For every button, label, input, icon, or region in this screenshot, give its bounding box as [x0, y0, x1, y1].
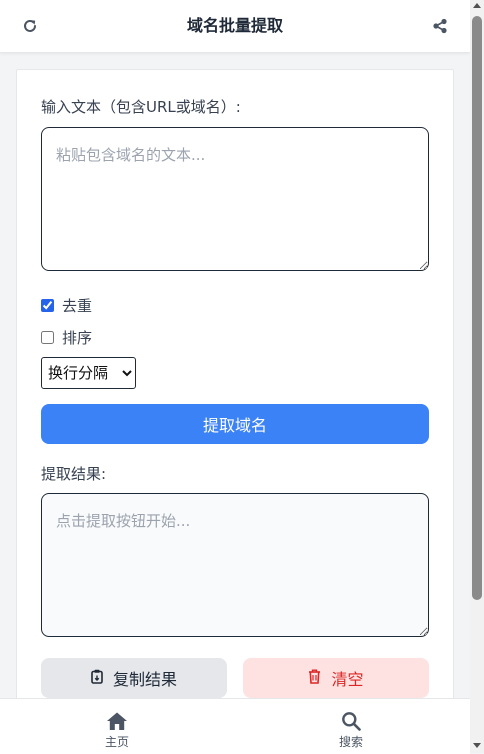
- dedupe-label: 去重: [62, 297, 93, 315]
- trash-icon: [308, 669, 321, 688]
- extract-button[interactable]: 提取域名: [41, 404, 429, 444]
- bottom-nav: 主页 搜索: [0, 698, 470, 754]
- main-card: 输入文本（包含URL或域名）: 去重 排序 换行分隔 提取域名 提取结果: 复制…: [16, 69, 454, 711]
- nav-search[interactable]: 搜索: [311, 711, 391, 750]
- separator-select[interactable]: 换行分隔: [41, 357, 136, 389]
- input-label: 输入文本（包含URL或域名）:: [41, 98, 241, 116]
- dedupe-option[interactable]: 去重: [41, 295, 92, 316]
- copy-result-label: 复制结果: [112, 670, 177, 689]
- share-icon[interactable]: [430, 16, 450, 36]
- nav-home[interactable]: 主页: [77, 711, 157, 750]
- scroll-thumb[interactable]: [472, 16, 482, 600]
- scroll-down-arrow[interactable]: [473, 743, 481, 748]
- scrollbar[interactable]: [470, 0, 484, 753]
- search-icon: [342, 712, 361, 731]
- dedupe-checkbox[interactable]: [41, 299, 54, 312]
- result-textarea[interactable]: [41, 493, 429, 637]
- sort-checkbox[interactable]: [41, 331, 54, 344]
- clipboard-icon: [91, 669, 103, 688]
- nav-home-label: 主页: [104, 735, 129, 749]
- clear-label: 清空: [331, 670, 364, 689]
- nav-search-label: 搜索: [338, 735, 363, 749]
- input-textarea[interactable]: [41, 127, 429, 271]
- sort-label: 排序: [62, 329, 93, 347]
- clear-button[interactable]: 清空: [243, 658, 429, 698]
- scroll-up-arrow[interactable]: [473, 3, 481, 8]
- result-label: 提取结果:: [41, 465, 107, 483]
- top-bar: 域名批量提取: [0, 0, 470, 53]
- home-icon: [107, 712, 127, 730]
- page-title: 域名批量提取: [186, 16, 283, 35]
- sort-option[interactable]: 排序: [41, 327, 92, 348]
- copy-result-button[interactable]: 复制结果: [41, 658, 227, 698]
